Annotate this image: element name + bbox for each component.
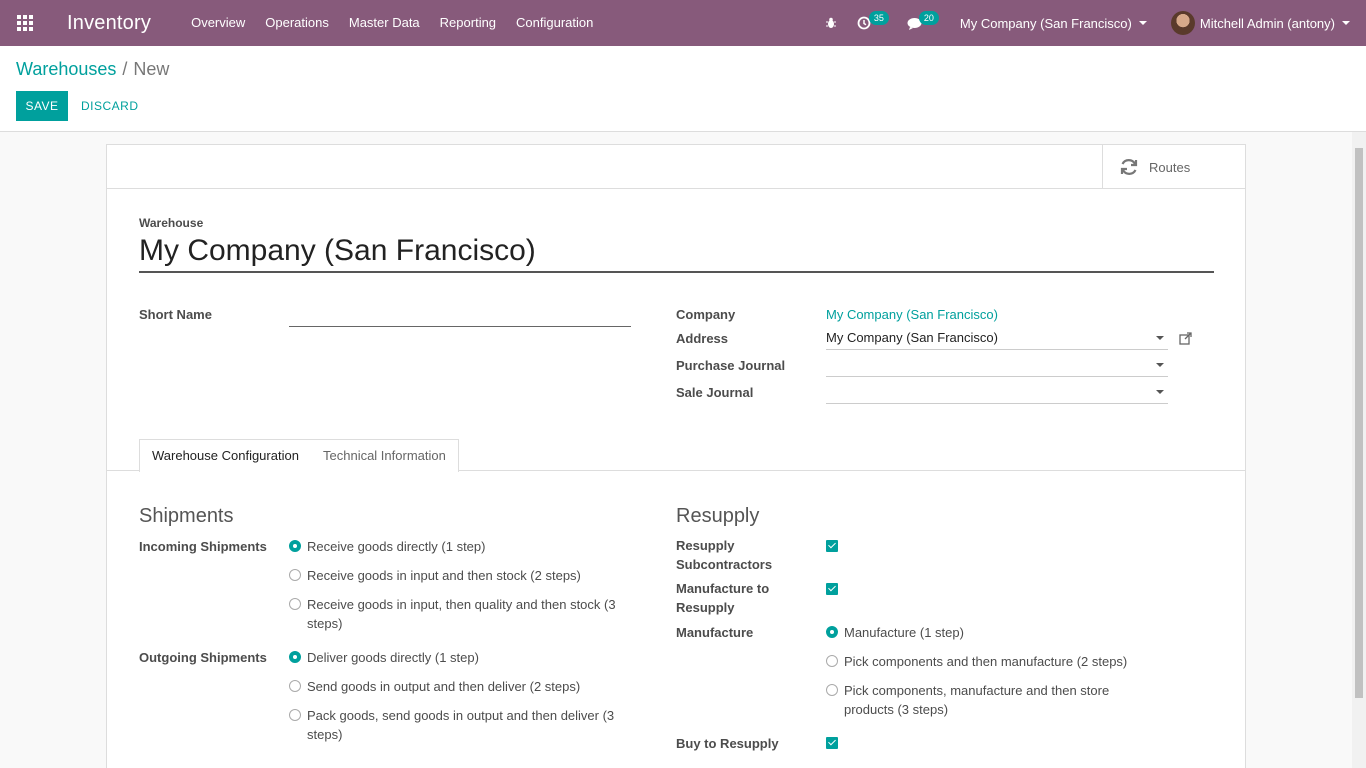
main-menu: Overview Operations Master Data Reportin… (181, 0, 603, 46)
breadcrumb: Warehouses / New (16, 59, 169, 80)
sale-journal-select[interactable] (826, 382, 1168, 404)
dropdown-caret-icon (1156, 363, 1164, 367)
messages-chat-icon[interactable]: 20 (897, 0, 948, 46)
buy-to-resupply-checkbox[interactable] (826, 737, 838, 749)
company-label: Company (676, 307, 736, 322)
radio-label: Pack goods, send goods in output and the… (307, 708, 615, 742)
radio-icon[interactable] (826, 684, 838, 696)
scrollbar[interactable] (1352, 132, 1366, 768)
buy-to-resupply-label: Buy to Resupply (676, 736, 779, 751)
purchase-journal-select[interactable] (826, 355, 1168, 377)
address-select[interactable]: My Company (San Francisco) (826, 328, 1168, 350)
radio-selected-icon[interactable] (289, 540, 301, 552)
manufacture-to-resupply-checkbox[interactable] (826, 583, 838, 595)
routes-button[interactable]: Routes (1102, 145, 1245, 189)
menu-operations[interactable]: Operations (255, 0, 339, 46)
radio-icon[interactable] (826, 655, 838, 667)
radio-label: Pick components and then manufacture (2 … (844, 654, 1128, 669)
outgoing-shipments-label: Outgoing Shipments (139, 650, 267, 665)
breadcrumb-warehouses[interactable]: Warehouses (16, 59, 116, 79)
incoming-shipments-label: Incoming Shipments (139, 539, 267, 554)
radio-label: Receive goods in input and then stock (2… (307, 568, 581, 583)
external-link-icon[interactable] (1179, 332, 1192, 348)
apps-menu-icon[interactable] (0, 0, 50, 46)
menu-configuration[interactable]: Configuration (506, 0, 603, 46)
notebook-tabs: Warehouse Configuration Technical Inform… (107, 439, 1245, 472)
address-label: Address (676, 331, 729, 346)
manufacture-to-resupply-label: Manufacture to Resupply (676, 581, 770, 615)
debug-bug-icon[interactable] (815, 0, 847, 46)
radio-label: Deliver goods directly (1 step) (307, 650, 479, 665)
chevron-down-icon (1342, 21, 1350, 25)
company-switcher-label: My Company (San Francisco) (959, 15, 1132, 31)
top-navbar: Inventory Overview Operations Master Dat… (0, 0, 1366, 46)
breadcrumb-separator: / (122, 59, 128, 79)
warehouse-label: Warehouse (139, 216, 204, 230)
incoming-option-3[interactable]: Receive goods in input, then quality and… (289, 595, 629, 633)
radio-label: Send goods in output and then deliver (2… (307, 679, 581, 694)
purchase-journal-label: Purchase Journal (676, 358, 786, 373)
save-button[interactable]: SAVE (16, 91, 68, 121)
menu-overview[interactable]: Overview (181, 0, 255, 46)
radio-selected-icon[interactable] (289, 651, 301, 663)
dropdown-caret-icon (1156, 390, 1164, 394)
chevron-down-icon (1138, 21, 1147, 25)
dropdown-caret-icon (1156, 336, 1164, 340)
form-sheet: Routes Warehouse My Company (San Francis… (106, 144, 1246, 768)
incoming-option-2[interactable]: Receive goods in input and then stock (2… (289, 566, 629, 585)
manufacture-label: Manufacture (676, 625, 754, 640)
manufacture-option-2[interactable]: Pick components and then manufacture (2 … (826, 652, 1146, 671)
radio-icon[interactable] (289, 598, 301, 610)
outgoing-option-1[interactable]: Deliver goods directly (1 step) (289, 648, 629, 667)
discard-button[interactable]: DISCARD (81, 91, 139, 121)
radio-label: Manufacture (1 step) (844, 625, 964, 640)
radio-icon[interactable] (289, 680, 301, 692)
activity-clock-icon[interactable]: 35 (847, 0, 897, 46)
radio-label: Pick components, manufacture and then st… (844, 683, 1110, 717)
user-menu[interactable]: Mitchell Admin (antony) (1170, 0, 1366, 46)
control-panel: Warehouses / New SAVE DISCARD (0, 46, 1366, 132)
outgoing-option-3[interactable]: Pack goods, send goods in output and the… (289, 706, 629, 744)
breadcrumb-current: New (133, 59, 170, 79)
refresh-icon (1120, 159, 1138, 175)
resupply-title: Resupply (676, 505, 760, 527)
avatar (1170, 11, 1195, 35)
menu-master-data[interactable]: Master Data (339, 0, 430, 46)
routes-label: Routes (1149, 159, 1191, 175)
radio-icon[interactable] (289, 569, 301, 581)
button-box: Routes (107, 145, 1245, 189)
address-value: My Company (San Francisco) (826, 330, 998, 345)
systray: 35 20 My Company (San Francisco) Mitchel… (815, 0, 1366, 46)
manufacture-option-1[interactable]: Manufacture (1 step) (826, 623, 1146, 642)
resupply-subcontractors-checkbox[interactable] (826, 540, 838, 552)
activity-badge: 35 (868, 11, 889, 25)
user-name: Mitchell Admin (antony) (1199, 15, 1335, 31)
manufacture-option-3[interactable]: Pick components, manufacture and then st… (826, 681, 1146, 719)
short-name-label: Short Name (139, 307, 212, 322)
warehouse-name-input[interactable]: My Company (San Francisco) (139, 231, 1214, 273)
shipments-title: Shipments (139, 505, 234, 527)
radio-selected-icon[interactable] (826, 626, 838, 638)
outgoing-option-2[interactable]: Send goods in output and then deliver (2… (289, 677, 629, 696)
radio-label: Receive goods in input, then quality and… (307, 597, 616, 631)
messages-badge: 20 (918, 11, 939, 25)
radio-label: Receive goods directly (1 step) (307, 539, 486, 554)
incoming-option-1[interactable]: Receive goods directly (1 step) (289, 537, 629, 556)
company-link[interactable]: My Company (San Francisco) (826, 307, 998, 322)
radio-icon[interactable] (289, 709, 301, 721)
sale-journal-label: Sale Journal (676, 385, 754, 400)
tab-technical-information[interactable]: Technical Information (311, 439, 459, 472)
app-name[interactable]: Inventory (67, 12, 151, 35)
resupply-subcontractors-label: Resupply Subcontractors (676, 538, 773, 572)
scrollbar-thumb[interactable] (1355, 148, 1363, 698)
company-switcher[interactable]: My Company (San Francisco) (948, 0, 1171, 46)
tab-warehouse-configuration[interactable]: Warehouse Configuration (139, 439, 312, 472)
menu-reporting[interactable]: Reporting (430, 0, 506, 46)
short-name-input[interactable] (289, 305, 631, 327)
